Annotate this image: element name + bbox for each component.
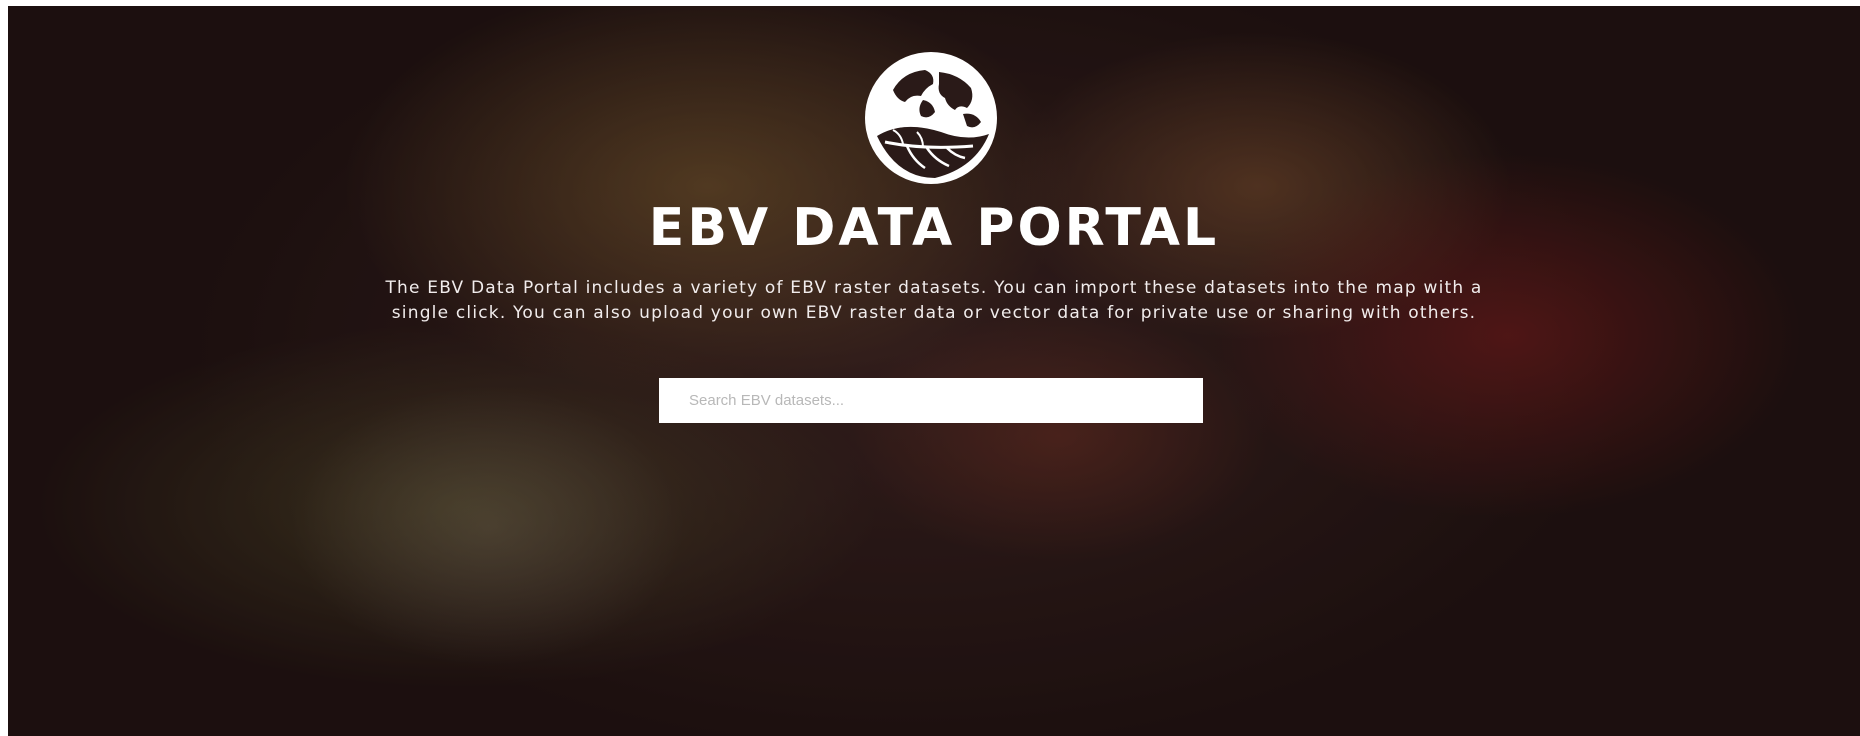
hero-banner: EBV DATA PORTAL The EBV Data Portal incl… [8, 6, 1860, 736]
portal-description: The EBV Data Portal includes a variety o… [385, 278, 1483, 323]
hero-content: EBV DATA PORTAL The EBV Data Portal incl… [8, 6, 1860, 736]
page-title: EBV DATA PORTAL [648, 198, 1220, 258]
globe-leaf-logo-icon [865, 52, 997, 184]
search-input[interactable] [659, 378, 1203, 423]
